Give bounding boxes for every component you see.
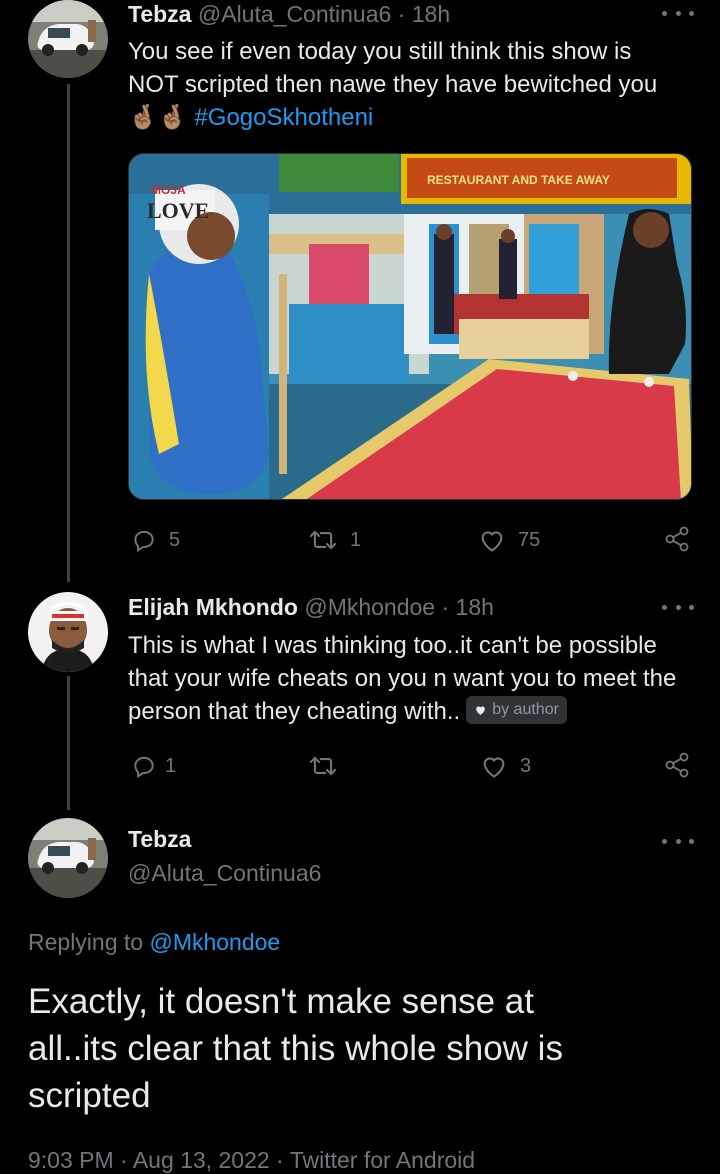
tweet2-reply-button[interactable]: 1 <box>131 753 176 779</box>
tweet1-time[interactable]: · 18h <box>398 1 450 27</box>
tweet1-more-icon[interactable] <box>662 3 694 23</box>
main-name[interactable]: Tebza <box>128 826 191 853</box>
reply-icon <box>134 530 154 553</box>
avatar-tebza[interactable] <box>28 0 108 78</box>
tweet1-handle[interactable]: @Aluta_Continua6 <box>198 1 391 27</box>
tweet2-share-button[interactable] <box>664 751 692 779</box>
retweet-icon <box>309 756 337 776</box>
small-heart-icon <box>476 706 486 715</box>
tweet2-line2: that your wife cheats on you n want you … <box>128 665 677 692</box>
main-handle[interactable]: @Aluta_Continua6 <box>128 860 321 887</box>
tweet1-media-image[interactable]: MOJA LOVE RESTAURANT AND TAKE AWAY <box>128 153 692 500</box>
tweet1-like-button[interactable]: 75 <box>478 527 540 553</box>
main-line2: all..its clear that this whole show is <box>28 1029 563 1068</box>
tweet2-name[interactable]: Elijah Mkhondo <box>128 594 298 620</box>
liked-by-author-badge: by author <box>466 696 567 724</box>
tweet2-like-button[interactable]: 3 <box>480 753 531 779</box>
tweet1-line2: NOT scripted then nawe they have bewitch… <box>128 71 658 98</box>
tweet2-like-count: 3 <box>520 754 532 777</box>
tweet2-header: Elijah Mkhondo @Mkhondoe · 18h <box>128 594 494 621</box>
heart-icon <box>483 757 505 778</box>
tweet1-line1: You see if even today you still think th… <box>128 38 632 65</box>
reply-icon <box>134 756 154 779</box>
tweet2-text: This is what I was thinking too..it can'… <box>128 629 708 728</box>
replying-prefix: Replying to <box>28 929 144 955</box>
badge-label: by author <box>492 701 559 718</box>
heart-icon <box>481 531 503 552</box>
replying-to-link[interactable]: @Mkhondoe <box>149 929 280 955</box>
replying-to: Replying to @Mkhondoe <box>28 929 280 956</box>
tweet1-like-count: 75 <box>518 528 541 551</box>
retweet-icon <box>309 530 337 550</box>
tweet1-header: Tebza @Aluta_Continua6 · 18h <box>128 1 450 28</box>
tweet2-reply-count: 1 <box>165 754 177 777</box>
tweet1-retweet-count: 1 <box>350 528 362 551</box>
thread-line-1 <box>67 84 70 582</box>
tweet1-text: You see if even today you still think th… <box>128 35 708 134</box>
tweet1-retweet-button[interactable]: 1 <box>308 527 361 553</box>
thread-line-2 <box>67 676 70 810</box>
tweet1-name[interactable]: Tebza <box>128 1 191 27</box>
share-icon <box>665 526 689 552</box>
tweet2-line3: person that they cheating with.. <box>128 698 461 725</box>
main-timestamp[interactable]: 9:03 PM · Aug 13, 2022 · Twitter for And… <box>28 1147 475 1174</box>
media-sign-restaurant: RESTAURANT AND TAKE AWAY <box>427 173 610 187</box>
tweet2-handle[interactable]: @Mkhondoe <box>304 594 435 620</box>
main-line1: Exactly, it doesn't make sense at <box>28 982 534 1021</box>
tweet2-more-icon[interactable] <box>662 597 694 617</box>
tweet2-time[interactable]: · 18h <box>442 594 494 620</box>
avatar-elijah[interactable] <box>28 592 108 672</box>
tweet2-line1: This is what I was thinking too..it can'… <box>128 632 657 659</box>
tweet1-share-button[interactable] <box>664 525 692 553</box>
main-more-icon[interactable] <box>662 831 694 851</box>
tweet2-retweet-button[interactable] <box>308 753 350 779</box>
tweet1-line3: 🤞🏽🤞🏽 #GogoSkhotheni <box>128 101 708 134</box>
tweet1-reply-count: 5 <box>169 528 181 551</box>
tweet2-line3-wrap: person that they cheating with.. by autho… <box>128 695 708 728</box>
hashtag-link[interactable]: #GogoSkhotheni <box>194 104 373 131</box>
share-icon <box>665 752 689 778</box>
media-sign-love: LOVE <box>147 198 209 223</box>
tweet1-reply-button[interactable]: 5 <box>131 527 180 553</box>
avatar-tebza-main[interactable] <box>28 818 108 898</box>
main-line3: scripted <box>28 1076 151 1115</box>
crossed-fingers-emoji: 🤞🏽🤞🏽 <box>128 104 188 131</box>
media-sign-moja: MOJA <box>151 183 186 197</box>
main-tweet-text: Exactly, it doesn't make sense at all..i… <box>28 978 708 1119</box>
